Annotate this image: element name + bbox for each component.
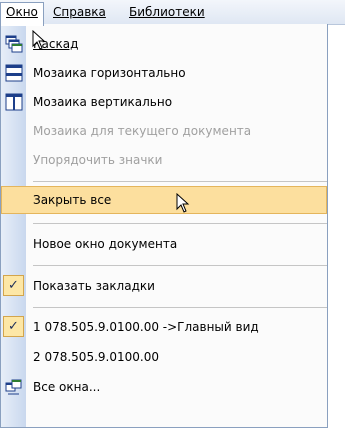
menu-separator <box>33 307 327 308</box>
menu-item-document-1[interactable]: ✓ 1 078.505.9.0100.00 ->Главный вид <box>1 315 327 339</box>
menu-item-arrange-icons: Упорядочить значки <box>1 148 327 172</box>
all-windows-icon <box>5 378 23 396</box>
menu-item-cascade[interactable]: Каскад <box>1 32 327 56</box>
menu-item-new-document-window-label: Новое окно документа <box>33 237 178 251</box>
check-icon: ✓ <box>3 316 24 337</box>
menu-help[interactable]: Справка <box>48 3 111 21</box>
menu-item-close-all-label: Закрыть все <box>33 193 112 207</box>
menu-separator <box>33 265 327 266</box>
menu-item-all-windows-label: Все окна... <box>33 380 101 394</box>
menu-item-tile-current-doc-label: Мозаика для текущего документа <box>33 124 252 138</box>
menu-item-document-2[interactable]: 2 078.505.9.0100.00 <box>1 345 327 369</box>
menu-help-label: Справка <box>53 5 106 19</box>
menu-item-document-1-label: 1 078.505.9.0100.00 ->Главный вид <box>33 320 259 334</box>
menu-item-tile-horizontal[interactable]: Мозаика горизонтально <box>1 61 327 85</box>
menu-item-new-document-window[interactable]: Новое окно документа <box>1 232 327 256</box>
tile-vertical-icon <box>5 93 23 111</box>
menu-separator <box>33 223 327 224</box>
menu-item-arrange-icons-label: Упорядочить значки <box>33 153 163 167</box>
menu-item-tile-horizontal-label: Мозаика горизонтально <box>33 66 186 80</box>
mouse-pointer-icon <box>176 193 190 213</box>
menu-window[interactable]: Окно <box>0 2 44 26</box>
menu-bar: Окно Справка Библиотеки <box>0 0 345 26</box>
menu-item-close-all[interactable]: Закрыть все <box>1 186 327 214</box>
menu-item-show-bookmarks-label: Показать закладки <box>33 279 155 293</box>
check-icon: ✓ <box>3 275 24 296</box>
menu-item-all-windows[interactable]: Все окна... <box>1 375 327 399</box>
window-dropdown-menu: Каскад Мозаика горизонтально Мозаика вер… <box>0 24 328 428</box>
menu-separator <box>33 181 327 182</box>
menu-libraries-label: Библиотеки <box>129 5 205 19</box>
menu-item-show-bookmarks[interactable]: ✓ Показать закладки <box>1 274 327 298</box>
menu-item-tile-vertical-label: Мозаика вертикально <box>33 95 173 109</box>
mouse-pointer-icon <box>32 30 46 50</box>
menu-item-tile-current-doc: Мозаика для текущего документа <box>1 119 327 143</box>
menu-libraries[interactable]: Библиотеки <box>124 3 210 21</box>
menu-window-label: Окно <box>6 5 38 19</box>
tile-horizontal-icon <box>5 64 23 82</box>
menu-item-tile-vertical[interactable]: Мозаика вертикально <box>1 90 327 114</box>
menu-item-document-2-label: 2 078.505.9.0100.00 <box>33 350 159 364</box>
cascade-windows-icon <box>5 35 23 53</box>
